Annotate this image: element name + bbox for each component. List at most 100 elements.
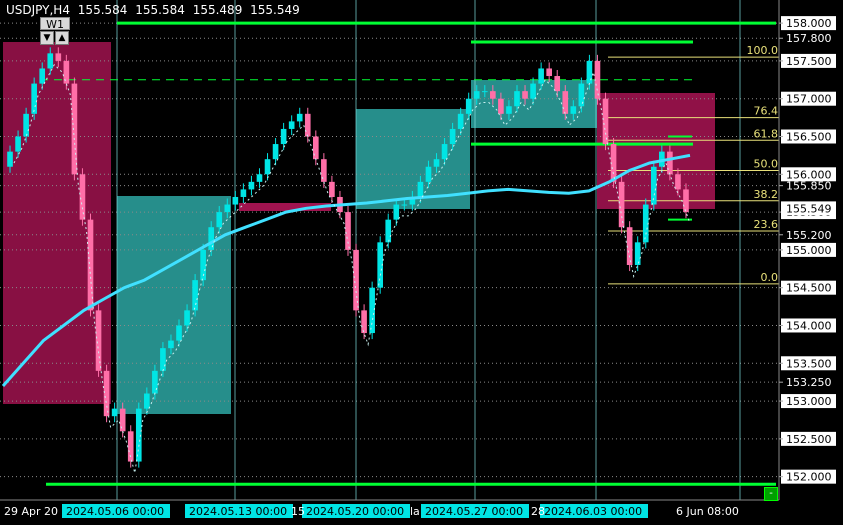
time-label: 2024.06.03 00:00 bbox=[544, 505, 642, 518]
candle-body bbox=[514, 91, 520, 107]
candle-body bbox=[385, 219, 392, 243]
candle-body bbox=[160, 348, 166, 371]
fib-label: 0.0 bbox=[761, 271, 779, 284]
current-price-label: 155.549 bbox=[786, 202, 832, 215]
candle-body bbox=[256, 174, 263, 182]
candle-body bbox=[216, 212, 223, 228]
candle-body bbox=[280, 128, 287, 145]
fib-label: 50.0 bbox=[754, 158, 779, 171]
candle-body bbox=[321, 159, 327, 182]
candle-body bbox=[473, 91, 480, 99]
candle-body bbox=[506, 106, 512, 114]
fib-label: 23.6 bbox=[754, 218, 779, 231]
close-value: 155.549 bbox=[250, 3, 300, 17]
candle-body bbox=[184, 310, 190, 326]
fib-label: 76.4 bbox=[754, 105, 779, 118]
price-chart[interactable]: 100.0 76.4 61.8 50.0 38.2 23.6 0.0 158.000 157.… bbox=[0, 0, 843, 525]
fib-label: 61.8 bbox=[754, 127, 779, 140]
arrow-up-icon[interactable]: ▲ bbox=[55, 31, 69, 45]
candle-body bbox=[634, 242, 641, 266]
time-label-fragment: 15 bbox=[291, 505, 305, 518]
candle-body bbox=[522, 91, 528, 99]
candle-body bbox=[538, 68, 544, 84]
price-label: 153.000 bbox=[786, 395, 832, 408]
candle-body bbox=[176, 325, 182, 341]
candle-body bbox=[304, 113, 311, 137]
candle-body bbox=[578, 83, 585, 107]
candle-body bbox=[192, 280, 198, 311]
candle-body bbox=[570, 106, 577, 114]
candle-body bbox=[296, 113, 303, 122]
candle-body bbox=[586, 60, 593, 84]
candle-body bbox=[530, 83, 536, 99]
price-label: 154.000 bbox=[786, 319, 832, 332]
candle-body bbox=[618, 181, 625, 228]
pink-zone-left bbox=[3, 42, 111, 404]
candle-body bbox=[465, 98, 472, 114]
candle-body bbox=[23, 113, 29, 137]
candle-body bbox=[272, 144, 279, 160]
price-label: 155.000 bbox=[786, 244, 832, 257]
candle-body bbox=[683, 189, 689, 213]
candle-body bbox=[417, 181, 424, 197]
price-label: 157.500 bbox=[786, 55, 832, 68]
candle-body bbox=[47, 53, 54, 69]
candle-body bbox=[103, 370, 110, 417]
time-label: 6 Jun 08:00 bbox=[676, 505, 739, 518]
candle-body bbox=[361, 310, 367, 334]
candle-body bbox=[232, 196, 239, 205]
timeframe-button[interactable]: W1 bbox=[40, 17, 70, 31]
price-label: 152.000 bbox=[786, 471, 832, 484]
candle-body bbox=[15, 136, 21, 152]
candle-body bbox=[481, 91, 488, 93]
time-label-fragment: la bbox=[410, 505, 420, 518]
minimize-button[interactable]: - bbox=[764, 487, 778, 501]
price-label: 153.250 bbox=[786, 376, 832, 389]
price-label: 155.200 bbox=[786, 229, 832, 242]
time-label: 29 Apr 20 bbox=[4, 505, 58, 518]
candle-body bbox=[111, 408, 118, 417]
candle-body bbox=[224, 204, 231, 213]
candle-body bbox=[264, 159, 271, 175]
candle-body bbox=[393, 204, 400, 220]
price-label: 152.500 bbox=[786, 433, 832, 446]
high-value: 155.584 bbox=[135, 3, 185, 17]
price-label: 157.800 bbox=[786, 32, 832, 45]
candle-body bbox=[55, 53, 62, 61]
candle-body bbox=[79, 174, 86, 220]
price-label: 153.500 bbox=[786, 357, 832, 370]
candle-body bbox=[562, 91, 569, 114]
candle-body bbox=[152, 370, 158, 394]
symbol-timeframe: USDJPY,H4 bbox=[6, 3, 70, 17]
candle-body bbox=[39, 68, 46, 84]
time-label: 2024.05.20 00:00 bbox=[306, 505, 404, 518]
candle-body bbox=[546, 68, 552, 77]
time-axis[interactable]: 29 Apr 20 2024.05.06 00:00 2024.05.13 00:0… bbox=[4, 504, 739, 518]
candle-body bbox=[95, 310, 102, 371]
candle-body bbox=[498, 98, 504, 114]
candle-body bbox=[401, 204, 408, 206]
arrow-down-icon[interactable]: ▼ bbox=[40, 31, 54, 45]
low-value: 155.489 bbox=[192, 3, 243, 17]
price-label: 155.850 bbox=[786, 180, 832, 193]
price-label: 156.500 bbox=[786, 131, 832, 144]
candle-body bbox=[208, 227, 215, 250]
time-label: 2024.05.13 00:00 bbox=[189, 505, 287, 518]
candle-body bbox=[667, 151, 673, 175]
candle-body bbox=[602, 98, 609, 145]
time-label-fragment: 28 bbox=[531, 505, 545, 518]
candle-body bbox=[248, 181, 255, 190]
price-label: 154.500 bbox=[786, 282, 832, 295]
candle-body bbox=[168, 340, 174, 349]
fib-label: 38.2 bbox=[754, 188, 779, 201]
candle-body bbox=[288, 121, 295, 129]
candle-body bbox=[369, 287, 375, 334]
price-axis[interactable]: 158.000157.800157.500157.000156.500156.0… bbox=[779, 16, 836, 484]
fib-label: 100.0 bbox=[747, 44, 779, 57]
candle-body bbox=[31, 83, 37, 114]
price-label: 157.000 bbox=[786, 93, 832, 106]
candle-body bbox=[457, 113, 464, 129]
candle-body bbox=[675, 174, 681, 190]
candle-body bbox=[119, 408, 126, 432]
time-label: 2024.05.06 00:00 bbox=[66, 505, 164, 518]
